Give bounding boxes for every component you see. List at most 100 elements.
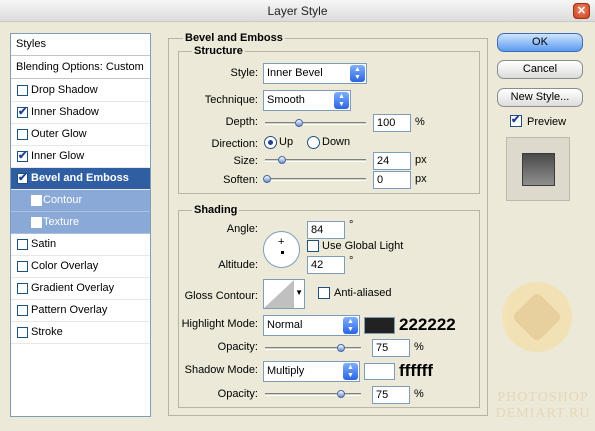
style-item-inner-glow[interactable]: Inner Glow — [11, 146, 150, 168]
slider-thumb[interactable] — [337, 344, 345, 352]
shadow-opacity-slider[interactable] — [265, 390, 361, 398]
close-icon[interactable]: ✕ — [573, 3, 590, 19]
style-item-drop-shadow[interactable]: Drop Shadow — [11, 80, 150, 102]
select-arrows-icon: ▲ ▼ — [334, 92, 349, 109]
style-item-label: Satin — [31, 238, 57, 250]
checkbox-checked-icon[interactable] — [17, 149, 28, 162]
angle-dial[interactable]: + — [263, 231, 300, 268]
styles-header[interactable]: Styles — [11, 34, 150, 56]
layer-style-dialog: Layer Style ✕ Styles Blending Options: C… — [0, 0, 595, 431]
style-item-label: Inner Glow — [31, 150, 85, 162]
style-item-label: Drop Shadow — [31, 84, 98, 96]
checkbox-icon[interactable] — [17, 305, 28, 316]
style-item-inner-shadow[interactable]: Inner Shadow — [11, 102, 150, 124]
use-global-light-checkbox[interactable] — [307, 240, 319, 252]
highlight-mode-label: Highlight Mode: — [181, 318, 258, 330]
checkbox-icon[interactable] — [31, 195, 42, 206]
highlight-mode-value: Normal — [267, 319, 303, 331]
checkbox-icon[interactable] — [17, 239, 28, 250]
size-slider[interactable] — [265, 156, 366, 164]
direction-down-radio[interactable] — [307, 136, 320, 149]
style-item-color-overlay[interactable]: Color Overlay — [11, 256, 150, 278]
checkbox-icon[interactable] — [31, 217, 42, 228]
blending-options-item[interactable]: Blending Options: Custom — [11, 57, 150, 79]
style-item-contour[interactable]: Contour — [11, 190, 150, 212]
soften-unit: px — [415, 173, 427, 185]
technique-label: Technique: — [204, 94, 258, 106]
checkbox-icon[interactable] — [17, 327, 28, 338]
technique-select-value: Smooth — [267, 94, 305, 106]
shadow-opacity-unit: % — [414, 388, 424, 400]
direction-up-radio[interactable] — [264, 136, 277, 149]
checkbox-checked-icon[interactable] — [17, 171, 28, 184]
slider-thumb[interactable] — [295, 119, 303, 127]
style-item-outer-glow[interactable]: Outer Glow — [11, 124, 150, 146]
depth-input[interactable]: 100 — [373, 114, 411, 132]
select-arrows-icon: ▲ ▼ — [343, 317, 358, 334]
shadow-hex-label: ffffff — [399, 361, 433, 380]
gloss-contour-picker[interactable]: ▼ — [263, 279, 305, 309]
size-input[interactable]: 24 — [373, 152, 411, 170]
style-item-label: Stroke — [31, 326, 63, 338]
checkbox-icon[interactable] — [17, 261, 28, 272]
altitude-label: Altitude: — [218, 259, 258, 271]
preview-square — [522, 153, 555, 186]
select-arrows-icon: ▲ ▼ — [350, 65, 365, 82]
depth-label: Depth: — [225, 116, 258, 128]
window-title: Layer Style — [267, 4, 328, 18]
shadow-mode-label: Shadow Mode: — [184, 364, 258, 376]
checkbox-checked-icon[interactable] — [17, 105, 28, 118]
highlight-hex-label: 222222 — [399, 315, 456, 334]
technique-select[interactable]: Smooth ▲ ▼ — [263, 90, 351, 111]
shadow-color-swatch[interactable] — [364, 363, 395, 380]
new-style-button[interactable]: New Style... — [497, 88, 583, 107]
slider-thumb[interactable] — [263, 175, 271, 183]
highlight-opacity-input[interactable]: 75 — [372, 339, 410, 357]
highlight-color-swatch[interactable] — [364, 317, 395, 334]
bevel-emboss-title: Bevel and Emboss — [183, 32, 285, 44]
style-item-label: Color Overlay — [31, 260, 99, 272]
use-global-light-label: Use Global Light — [322, 240, 404, 252]
direction-down-label: Down — [322, 136, 351, 148]
depth-slider[interactable] — [265, 119, 366, 127]
style-item-texture[interactable]: Texture — [11, 212, 150, 234]
shadow-mode-select[interactable]: Multiply ▲ ▼ — [263, 361, 360, 382]
style-item-satin[interactable]: Satin — [11, 234, 150, 256]
watermark-line1: PHOTOSHOP — [497, 390, 589, 405]
preview-thumbnail — [506, 137, 570, 201]
highlight-mode-select[interactable]: Normal ▲ ▼ — [263, 315, 360, 336]
preview-checkbox[interactable] — [510, 113, 522, 127]
direction-label: Direction: — [211, 138, 258, 150]
ok-button[interactable]: OK — [497, 33, 583, 52]
style-item-gradient-overlay[interactable]: Gradient Overlay — [11, 278, 150, 300]
cancel-button[interactable]: Cancel — [497, 60, 583, 79]
style-item-stroke[interactable]: Stroke — [11, 322, 150, 344]
style-item-pattern-overlay[interactable]: Pattern Overlay — [11, 300, 150, 322]
watermark-line2: DEMIART.RU — [495, 406, 591, 421]
soften-slider[interactable] — [263, 175, 366, 183]
size-label: Size: — [233, 155, 258, 167]
shadow-mode-value: Multiply — [267, 365, 305, 377]
style-select[interactable]: Inner Bevel ▲ ▼ — [263, 63, 367, 84]
crosshair-icon: + — [278, 236, 285, 248]
checkbox-icon[interactable] — [17, 283, 28, 294]
gloss-contour-label: Gloss Contour: — [184, 290, 258, 302]
altitude-input[interactable]: 42 — [307, 256, 345, 274]
style-item-label: Inner Shadow — [31, 106, 99, 118]
dial-center-dot — [281, 251, 284, 254]
highlight-opacity-slider[interactable] — [265, 344, 361, 352]
soften-input[interactable]: 0 — [373, 171, 411, 189]
checkbox-icon[interactable] — [17, 129, 28, 140]
angle-input[interactable]: 84 — [307, 221, 345, 239]
anti-aliased-checkbox[interactable] — [318, 287, 330, 299]
select-arrows-icon: ▲ ▼ — [343, 363, 358, 380]
shadow-opacity-input[interactable]: 75 — [372, 386, 410, 404]
highlight-opacity-label: Opacity: — [217, 341, 258, 353]
slider-thumb[interactable] — [278, 156, 286, 164]
highlight-opacity-unit: % — [414, 341, 424, 353]
chevron-down-icon[interactable]: ▼ — [295, 288, 303, 297]
checkbox-icon[interactable] — [17, 85, 28, 96]
slider-thumb[interactable] — [337, 390, 345, 398]
style-item-label: Bevel and Emboss — [31, 172, 129, 184]
style-item-bevel-emboss[interactable]: Bevel and Emboss — [11, 168, 150, 190]
